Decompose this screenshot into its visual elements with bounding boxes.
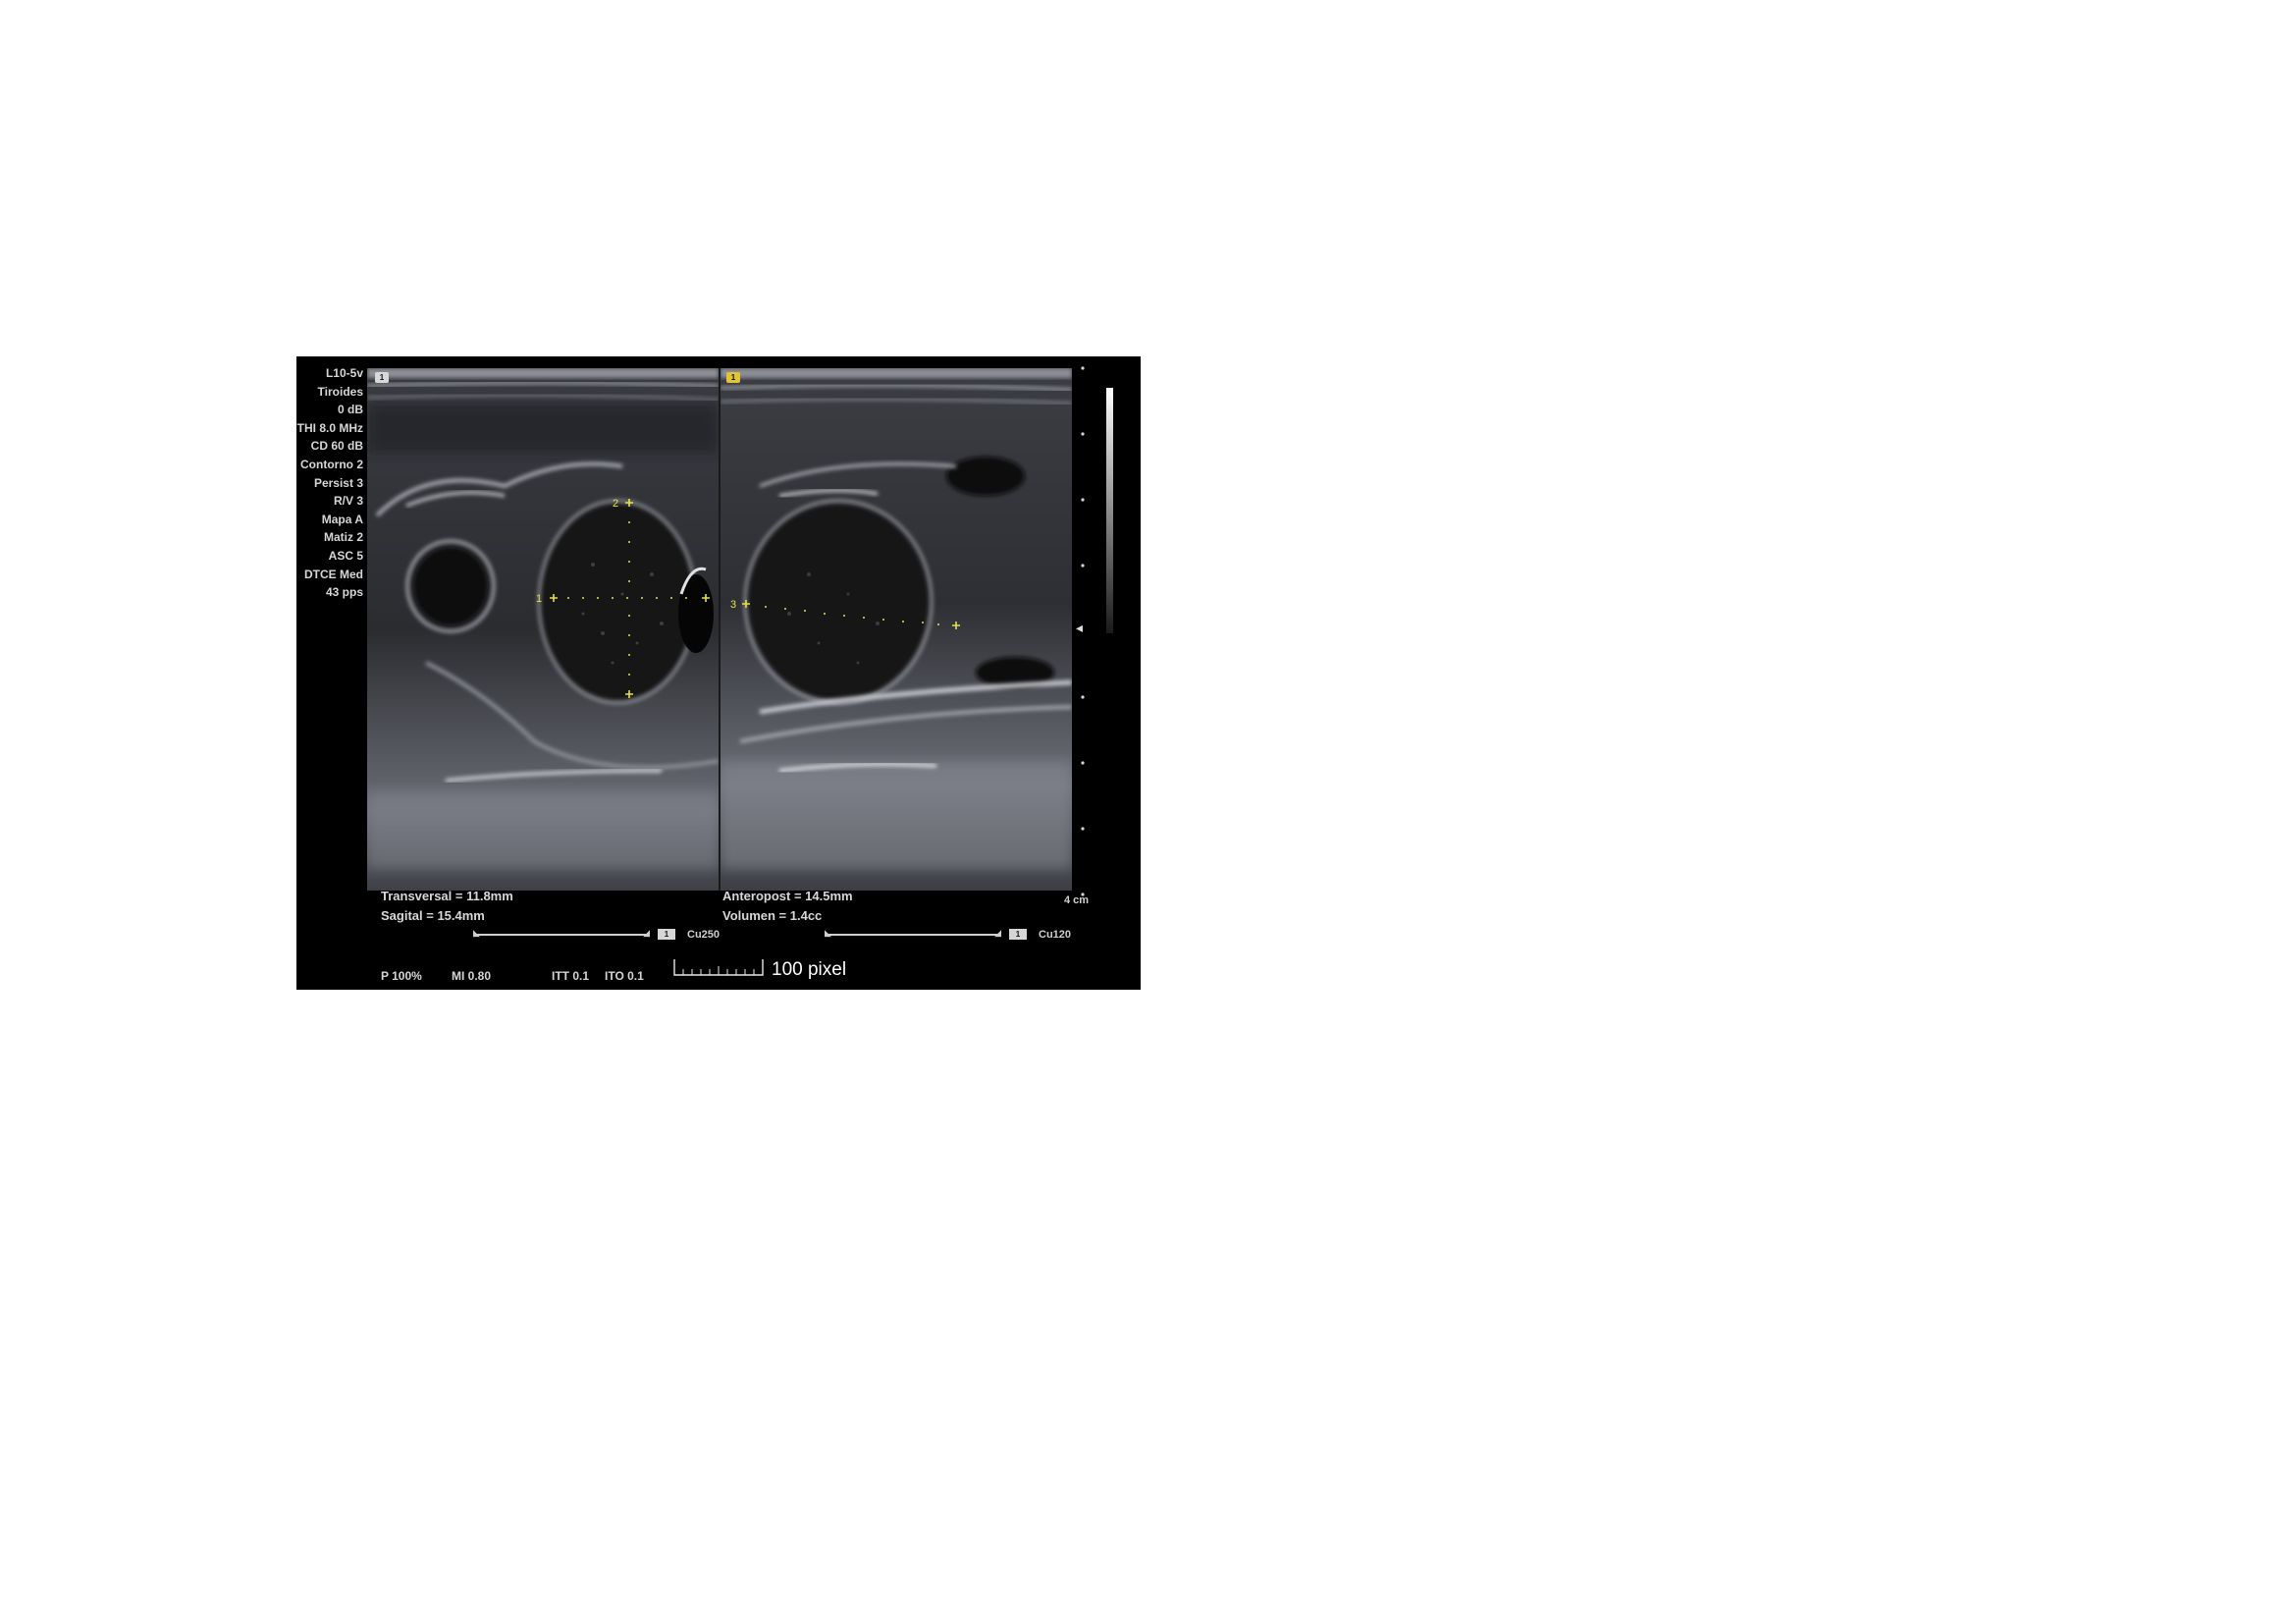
cine-start-icon: ◣ — [825, 928, 831, 938]
cine-label-right: Cu120 — [1039, 929, 1072, 941]
param-frame-rate: 43 pps — [325, 585, 363, 600]
param-contour: Contorno 2 — [300, 457, 363, 471]
param-preset: Tiroides — [317, 384, 363, 399]
ultrasound-image-transverse: 1 2 — [367, 368, 719, 891]
cine-start-icon: ◣ — [473, 928, 480, 938]
ultrasound-image-sagittal: 3 — [721, 368, 1072, 891]
depth-label: 4 cm — [1064, 894, 1090, 906]
ultrasound-frame: L10-5v Tiroides 0 dB THI 8.0 MHz CD 60 d… — [296, 356, 1141, 990]
caliper-label-2: 2 — [613, 498, 618, 510]
grayscale-bar — [1106, 388, 1113, 633]
measurement-sagittal: Sagital = 15.4mm — [381, 908, 485, 923]
param-cd: CD 60 dB — [310, 439, 363, 454]
param-map: Mapa A — [321, 512, 363, 526]
param-frequency: THI 8.0 MHz — [296, 420, 363, 435]
param-tint: Matiz 2 — [323, 530, 363, 545]
pixel-ruler — [673, 959, 764, 976]
cine-label-left: Cu250 — [687, 929, 721, 941]
param-asc: ASC 5 — [328, 548, 363, 563]
measurements-right: Anteropost = 14.5mm Volumen = 1.4cc — [722, 887, 853, 926]
param-gain: 0 dB — [337, 403, 363, 417]
param-transducer: L10-5v — [325, 366, 363, 380]
cine-bar-left[interactable]: ◣ ◢ — [473, 929, 650, 939]
measurement-transversal: Transversal = 11.8mm — [381, 889, 513, 903]
power-readout: P 100% — [381, 969, 422, 983]
measurement-volume: Volumen = 1.4cc — [722, 908, 823, 923]
image-marker-left: 1 — [375, 372, 389, 383]
caliper-label-1: 1 — [536, 593, 542, 605]
cine-end-icon: ◢ — [643, 928, 650, 938]
cine-frame-box-right: 1 — [1009, 929, 1027, 940]
measurement-anteropost: Anteropost = 14.5mm — [722, 889, 853, 903]
param-persist: Persist 3 — [313, 475, 363, 490]
cine-end-icon: ◢ — [994, 928, 1001, 938]
mi-readout: MI 0.80 — [452, 969, 492, 983]
measurements-left: Transversal = 11.8mm Sagital = 15.4mm — [381, 887, 513, 926]
ito-readout: ITO 0.1 — [605, 969, 644, 983]
param-rv: R/V 3 — [333, 494, 363, 509]
itt-readout: ITT 0.1 — [552, 969, 590, 983]
focus-marker-icon: ◂ — [1076, 620, 1084, 635]
ruler-label: 100 pixel — [772, 959, 847, 980]
cine-bar-right[interactable]: ◣ ◢ — [825, 929, 1001, 939]
acquisition-parameters: L10-5v Tiroides 0 dB THI 8.0 MHz CD 60 d… — [296, 364, 363, 602]
cine-frame-box-left: 1 — [658, 929, 675, 940]
param-dtce: DTCE Med — [304, 567, 363, 581]
image-marker-right: 1 — [726, 372, 740, 383]
caliper-label-3: 3 — [730, 599, 736, 611]
